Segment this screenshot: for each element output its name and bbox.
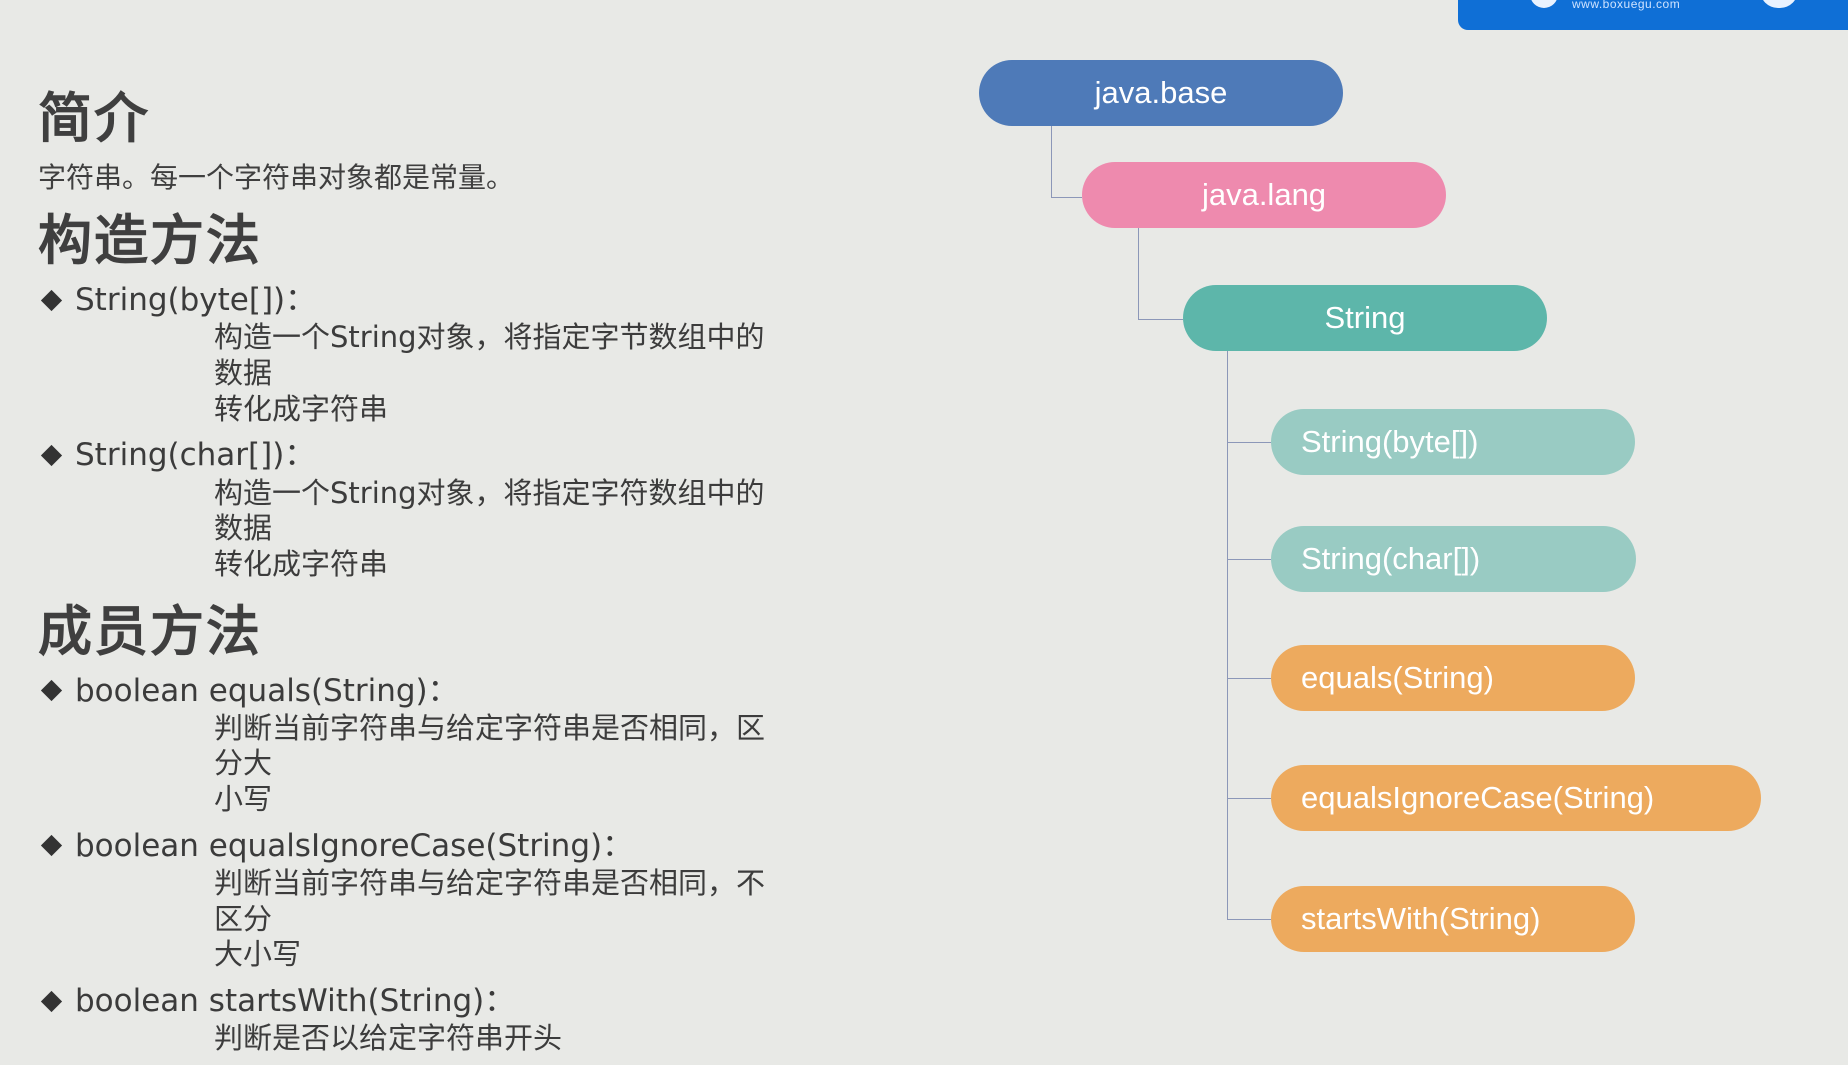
connector-line (1138, 228, 1139, 320)
connector-line (1138, 319, 1183, 320)
connector-line (1227, 559, 1271, 560)
method-node: equalsIgnoreCase(String) (1271, 765, 1761, 831)
class-tree-diagram: java.base java.lang String String(byte[]… (0, 0, 1848, 1032)
connector-line (1227, 678, 1271, 679)
constructor-node: String(byte[]) (1271, 409, 1635, 475)
connector-line (1227, 798, 1271, 799)
method-node: equals(String) (1271, 645, 1635, 711)
module-node: java.base (979, 60, 1343, 126)
class-node: String (1183, 285, 1547, 351)
connector-line (1051, 126, 1052, 198)
connector-line (1227, 919, 1271, 920)
connector-line (1227, 351, 1228, 920)
method-node: startsWith(String) (1271, 886, 1635, 952)
connector-line (1227, 442, 1271, 443)
connector-line (1051, 197, 1082, 198)
constructor-node: String(char[]) (1271, 526, 1636, 592)
package-node: java.lang (1082, 162, 1446, 228)
